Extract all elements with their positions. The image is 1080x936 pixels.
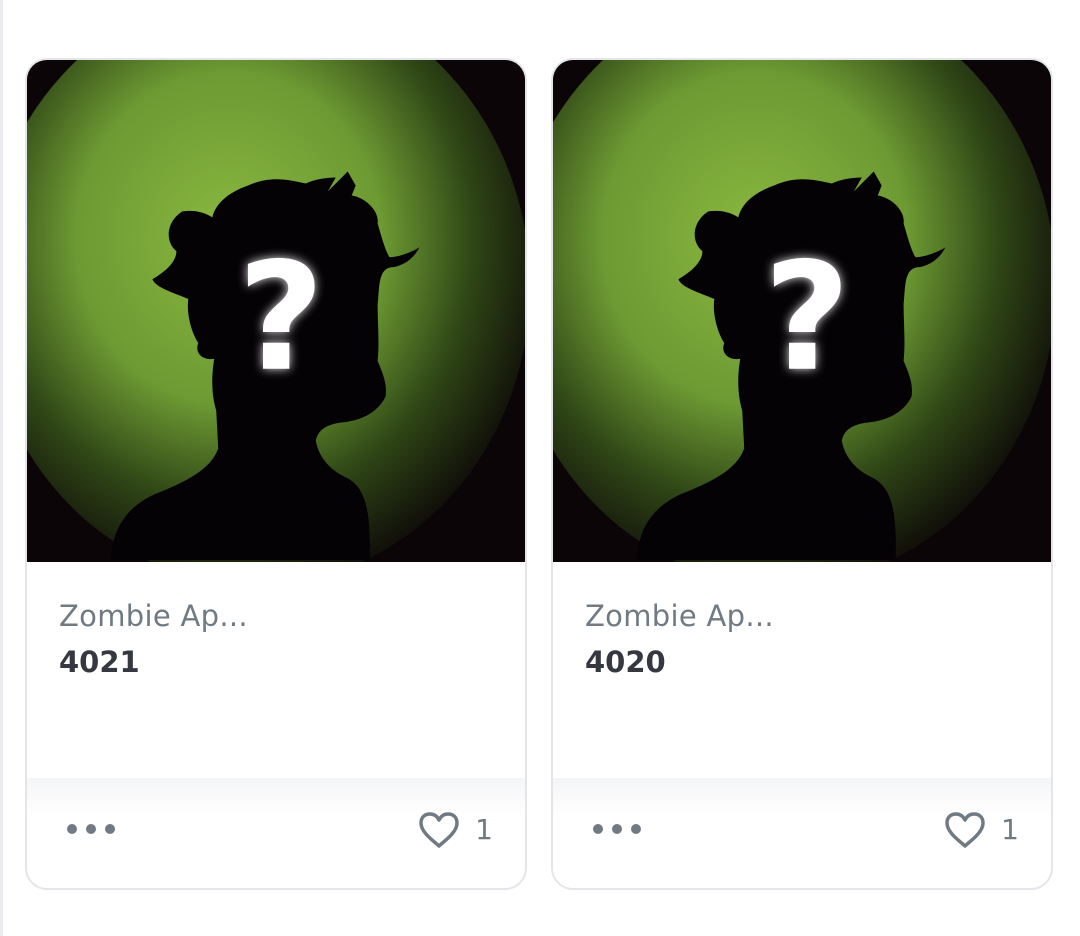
collection-name[interactable]: Zombie Ap...	[59, 598, 525, 634]
ellipsis-icon-dot	[105, 824, 115, 834]
ellipsis-icon-dot	[86, 824, 96, 834]
ellipsis-icon-dot	[67, 824, 77, 834]
card-body: Zombie Ap... 4020	[553, 562, 1051, 782]
ellipsis-icon-dot	[631, 824, 641, 834]
favorite-count: 1	[1001, 813, 1019, 846]
token-id: 4020	[585, 645, 666, 679]
token-id: 4021	[59, 645, 140, 679]
favorite-control[interactable]: 1	[943, 808, 1019, 852]
nft-image[interactable]: ? ?	[27, 60, 525, 562]
nft-card[interactable]: ? ? Zombie Ap... 4021 1	[25, 58, 527, 890]
ellipsis-icon-dot	[612, 824, 622, 834]
unrevealed-silhouette-image: ? ?	[27, 60, 525, 562]
card-footer: 1	[553, 778, 1051, 888]
more-options-button[interactable]	[67, 822, 115, 836]
more-options-button[interactable]	[593, 822, 641, 836]
svg-text:?: ?	[238, 231, 325, 405]
card-footer: 1	[27, 778, 525, 888]
ellipsis-icon-dot	[593, 824, 603, 834]
nft-image[interactable]: ? ?	[553, 60, 1051, 562]
favorite-control[interactable]: 1	[417, 808, 493, 852]
nft-card[interactable]: ? ? Zombie Ap... 4020 1	[551, 58, 1053, 890]
unrevealed-silhouette-image: ? ?	[553, 60, 1051, 562]
heart-icon[interactable]	[943, 810, 987, 850]
svg-text:?: ?	[764, 231, 851, 405]
nft-card-grid: ? ? Zombie Ap... 4021 1 ? ? Zombie Ap...…	[25, 58, 1053, 890]
heart-icon[interactable]	[417, 810, 461, 850]
collection-name[interactable]: Zombie Ap...	[585, 598, 1051, 634]
page-edge-divider	[0, 0, 3, 936]
favorite-count: 1	[475, 813, 493, 846]
card-body: Zombie Ap... 4021	[27, 562, 525, 782]
